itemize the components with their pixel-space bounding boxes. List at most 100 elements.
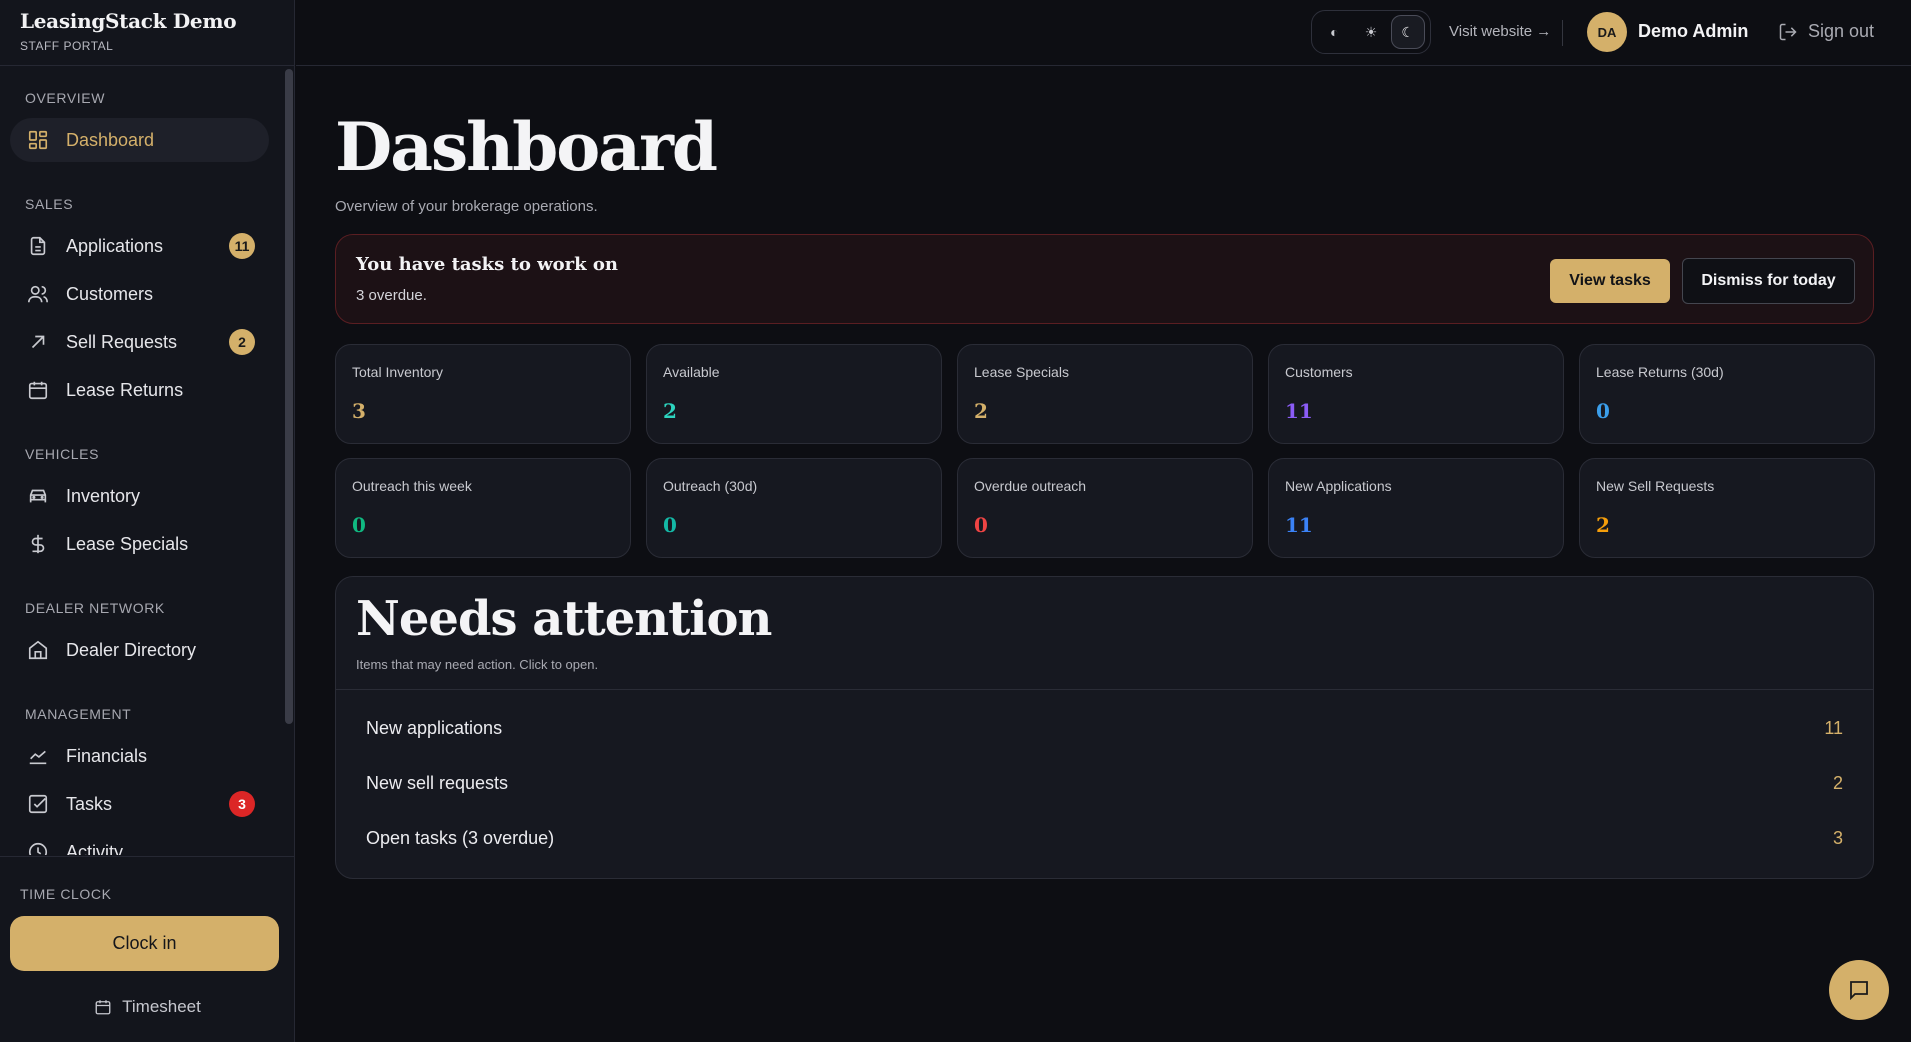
attention-row-label: Open tasks (3 overdue)	[366, 828, 555, 848]
attention-row-count: 2	[1832, 773, 1843, 793]
attention-row-label: New applications	[366, 718, 503, 738]
sidebar-item-label: Sell Requests	[66, 331, 178, 352]
stat-label: New Applications	[1285, 478, 1392, 494]
stat-card-available[interactable]: Available 2	[646, 344, 942, 444]
stat-value: 2	[663, 399, 677, 423]
chat-button[interactable]	[1829, 960, 1889, 1020]
sidebar: LeasingStack Demo STAFF PORTAL OVERVIEW …	[0, 0, 295, 1042]
document-icon	[26, 234, 50, 258]
dollar-icon	[26, 532, 50, 556]
attention-row-label: New sell requests	[366, 773, 509, 793]
stat-value: 0	[663, 513, 677, 537]
stat-card-total-inventory[interactable]: Total Inventory 3	[335, 344, 631, 444]
view-tasks-button[interactable]: View tasks	[1550, 259, 1670, 303]
stat-value: 2	[1596, 513, 1610, 537]
stat-card-new-applications[interactable]: New Applications 11	[1268, 458, 1564, 558]
attention-title: Needs attention	[356, 591, 772, 647]
sidebar-item-dashboard[interactable]: Dashboard	[10, 118, 269, 162]
sidebar-item-customers[interactable]: Customers	[10, 272, 269, 316]
sidebar-item-label: Dealer Directory	[66, 639, 197, 660]
sidebar-item-tasks[interactable]: Tasks 3	[10, 782, 269, 826]
timesheet-link[interactable]: Timesheet	[0, 997, 295, 1017]
alert-subtitle: 3 overdue.	[356, 287, 427, 304]
stat-value: 11	[1285, 399, 1313, 423]
car-icon	[26, 484, 50, 508]
stat-label: Lease Returns (30d)	[1596, 364, 1724, 380]
sidebar-item-financials[interactable]: Financials	[10, 734, 269, 778]
stat-value: 11	[1285, 513, 1313, 537]
sidebar-item-dealer-directory[interactable]: Dealer Directory	[10, 628, 269, 672]
stat-card-customers[interactable]: Customers 11	[1268, 344, 1564, 444]
stat-label: Outreach this week	[352, 478, 472, 494]
stat-value: 3	[352, 399, 366, 423]
stat-card-outreach-30d[interactable]: Outreach (30d) 0	[646, 458, 942, 558]
sidebar-item-label: Activity	[66, 841, 124, 856]
sidebar-item-label: Financials	[66, 745, 148, 766]
stat-value: 2	[974, 399, 988, 423]
sidebar-item-label: Tasks	[66, 793, 113, 814]
sidebar-item-label: Inventory	[66, 485, 141, 506]
section-label-overview: OVERVIEW	[25, 90, 106, 106]
sidebar-item-lease-returns[interactable]: Lease Returns	[10, 368, 269, 412]
stat-label: Customers	[1285, 364, 1353, 380]
sidebar-item-label: Applications	[66, 235, 164, 256]
time-clock: TIME CLOCK Clock in Timesheet	[0, 856, 295, 1042]
avatar[interactable]: DA	[1587, 12, 1627, 52]
grid-icon	[26, 128, 50, 152]
topbar-divider	[1562, 20, 1563, 46]
attention-row-open-tasks[interactable]: Open tasks (3 overdue) 3	[336, 811, 1873, 866]
chat-icon	[1850, 981, 1868, 1001]
stat-label: Total Inventory	[352, 364, 444, 380]
attention-row-new-sell-requests[interactable]: New sell requests 2	[336, 756, 1873, 811]
attention-subtitle: Items that may need action. Click to ope…	[356, 657, 599, 672]
stat-card-new-sell-requests[interactable]: New Sell Requests 2	[1579, 458, 1875, 558]
needs-attention-panel: Needs attention Items that may need acti…	[335, 576, 1874, 879]
page-subtitle: Overview of your brokerage operations.	[335, 198, 598, 215]
tasks-alert: You have tasks to work on 3 overdue. Vie…	[335, 234, 1874, 324]
dismiss-button[interactable]: Dismiss for today	[1682, 258, 1855, 304]
clock-in-button[interactable]: Clock in	[10, 916, 279, 971]
stat-card-lease-specials[interactable]: Lease Specials 2	[957, 344, 1253, 444]
sign-out-button[interactable]: Sign out	[1778, 21, 1874, 42]
theme-system-button[interactable]: ◐	[1317, 15, 1351, 49]
sidebar-item-label: Customers	[66, 283, 154, 304]
stat-label: Overdue outreach	[974, 478, 1087, 494]
sign-out-icon	[1779, 23, 1797, 40]
theme-dark-button[interactable]: ☾	[1390, 15, 1425, 49]
sidebar-scrollbar-thumb[interactable]	[285, 69, 293, 724]
sidebar-item-activity[interactable]: Activity	[10, 830, 269, 855]
stat-card-outreach-week[interactable]: Outreach this week 0	[335, 458, 631, 558]
arrow-up-right-icon	[26, 330, 50, 354]
checkbox-icon	[26, 792, 50, 816]
sidebar-item-applications[interactable]: Applications 11	[10, 224, 269, 268]
timesheet-label: Timesheet	[122, 997, 201, 1016]
stat-label: Outreach (30d)	[663, 478, 758, 494]
stat-card-lease-returns[interactable]: Lease Returns (30d) 0	[1579, 344, 1875, 444]
sidebar-item-sell-requests[interactable]: Sell Requests 2	[10, 320, 269, 364]
theme-light-button[interactable]: ☀	[1354, 15, 1388, 49]
attention-row-count: 3	[1832, 828, 1843, 848]
stat-value: 0	[1596, 399, 1610, 423]
sidebar-item-lease-specials[interactable]: Lease Specials	[10, 522, 269, 566]
attention-row-new-applications[interactable]: New applications 11	[336, 701, 1873, 756]
brand: LeasingStack Demo STAFF PORTAL	[0, 0, 294, 66]
sidebar-scrollbar[interactable]	[283, 67, 295, 855]
stat-label: New Sell Requests	[1596, 478, 1715, 494]
visit-website-link[interactable]: Visit website →	[1449, 23, 1551, 40]
brand-name: LeasingStack Demo	[20, 9, 237, 33]
divider	[336, 689, 1873, 690]
section-label-vehicles: VEHICLES	[25, 446, 100, 462]
stat-label: Available	[663, 364, 720, 380]
page-title: Dashboard	[335, 108, 718, 186]
user-name[interactable]: Demo Admin	[1638, 21, 1748, 42]
stat-label: Lease Specials	[974, 364, 1069, 380]
section-label-sales: SALES	[25, 196, 74, 212]
users-icon	[26, 282, 50, 306]
home-icon	[26, 638, 50, 662]
stat-card-overdue-outreach[interactable]: Overdue outreach 0	[957, 458, 1253, 558]
sidebar-item-label: Dashboard	[66, 129, 155, 150]
sidebar-item-inventory[interactable]: Inventory	[10, 474, 269, 518]
section-label-management: MANAGEMENT	[25, 706, 132, 722]
tasks-count-badge: 3	[229, 791, 255, 817]
attention-row-count: 11	[1824, 718, 1843, 738]
